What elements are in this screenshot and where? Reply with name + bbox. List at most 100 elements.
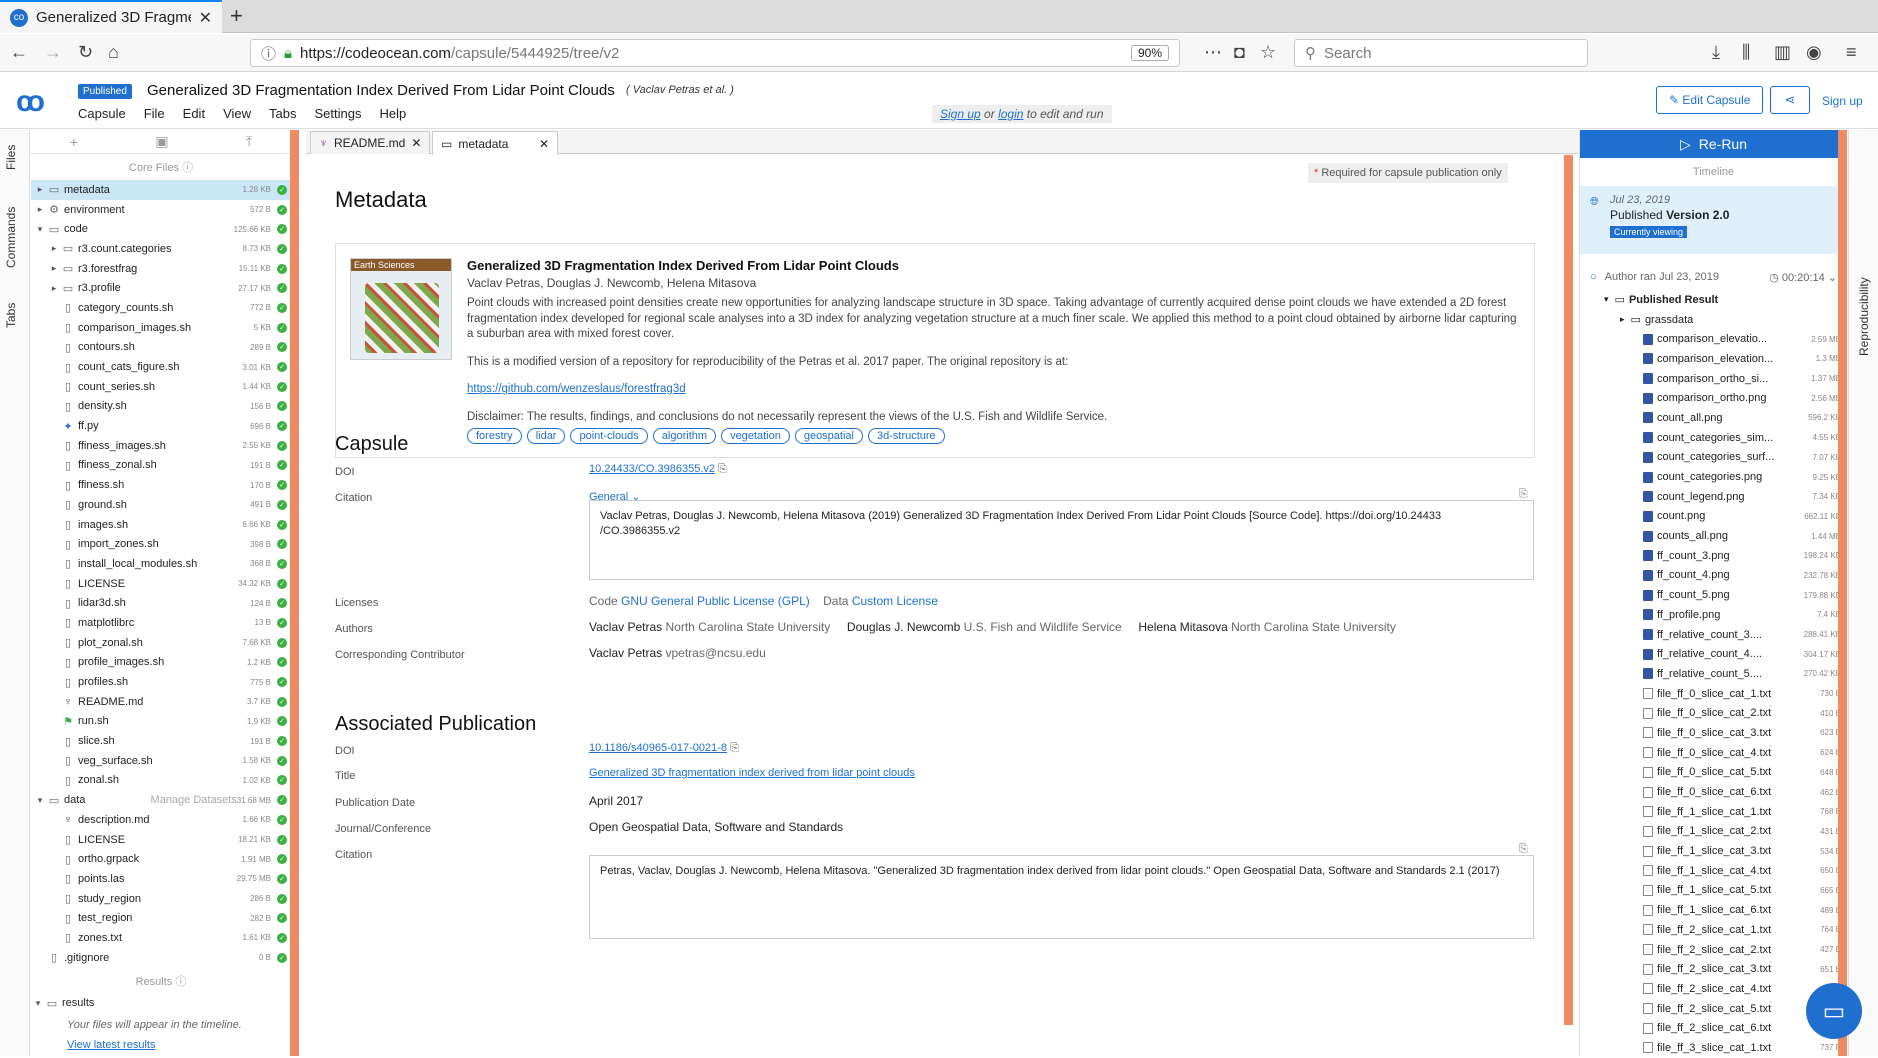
rail-tab-files[interactable]: Files [4,145,18,170]
file-tree-item[interactable]: ▯ profile_images.sh 1.2 KB ✓ [31,653,291,673]
file-tree-item[interactable]: ▯ zonal.sh 1.02 KB ✓ [31,771,291,791]
file-tree-item[interactable]: ▯ zones.txt 1.61 KB ✓ [31,928,291,948]
github-link[interactable]: https://github.com/wenzeslaus/forestfrag… [467,383,686,395]
menu-view[interactable]: View [223,106,251,121]
file-tree-item[interactable]: ▯ test_region 282 B ✓ [31,908,291,928]
add-folder-icon[interactable]: ▣ [155,133,168,150]
result-file-item[interactable]: file_ff_2_slice_cat_1.txt 764 B [1580,920,1847,940]
signup-button[interactable]: Sign up [1822,94,1863,108]
forward-icon[interactable]: → [44,42,62,63]
pocket-icon[interactable]: ◘ [1234,42,1245,63]
help-icon[interactable]: ⓘ [182,162,193,174]
rail-tab-tabs[interactable]: Tabs [4,303,18,328]
signup-hint-link[interactable]: Sign up [940,107,981,121]
file-tree-item[interactable]: ▯ veg_surface.sh 1.58 KB ✓ [31,751,291,771]
caret-icon[interactable]: ▾ [1604,294,1609,305]
result-file-item[interactable]: file_ff_0_slice_cat_1.txt 730 B [1580,684,1847,704]
file-tree-item[interactable]: ⚑ run.sh 1.9 KB ✓ [31,712,291,732]
file-tree-item[interactable]: ▾ ▭ code 125.66 KB ✓ [31,219,291,239]
file-tree-item[interactable]: ♆ description.md 1.66 KB ✓ [31,810,291,830]
result-file-item[interactable]: file_ff_0_slice_cat_4.txt 624 B [1580,743,1847,763]
file-tree-item[interactable]: ▯ category_counts.sh 772 B ✓ [31,298,291,318]
result-file-item[interactable]: file_ff_1_slice_cat_4.txt 650 B [1580,861,1847,881]
file-tree-item[interactable]: ▸ ⚙ environment 572 B ✓ [31,200,291,220]
result-file-item[interactable]: count_categories_sim... 4.55 KB [1580,428,1847,448]
zoom-indicator[interactable]: 90% [1130,45,1169,61]
published-result-folder[interactable]: ▾ ▭ Published Result [1580,290,1847,310]
file-tree-item[interactable]: ▯ count_series.sh 1.44 KB ✓ [31,377,291,397]
result-file-item[interactable]: comparison_elevatio... 2.59 MB [1580,329,1847,349]
result-file-item[interactable]: ff_count_4.png 232.78 KB [1580,566,1847,586]
tag-chip[interactable]: geospatial [794,428,863,444]
result-file-item[interactable]: file_ff_2_slice_cat_4.txt65 [1580,979,1847,999]
results-folder[interactable]: ▾ ▭ results [31,994,291,1014]
browser-search[interactable]: ⚲ Search [1294,39,1588,67]
data-license[interactable]: Custom License [852,594,938,608]
file-tree-item[interactable]: ▯ ground.sh 491 B ✓ [31,495,291,515]
file-tree-item[interactable]: ▯ density.sh 156 B ✓ [31,397,291,417]
browser-tab[interactable]: co Generalized 3D Fragmen ✕ [0,0,222,33]
result-file-item[interactable]: file_ff_3_slice_cat_1.txt 737 B [1580,1038,1847,1058]
caret-icon[interactable]: ▾ [33,795,47,806]
library-icon[interactable]: ⫼ [1742,42,1750,63]
tag-chip[interactable]: forestry [467,428,522,444]
pub-citation-box[interactable]: Petras, Vaclav, Douglas J. Newcomb, Hele… [589,855,1534,939]
result-file-item[interactable]: count_categories_surf... 7.07 KB [1580,448,1847,468]
file-tree-item[interactable]: ▯ matplotlibrc 13 B ✓ [31,613,291,633]
result-file-item[interactable]: ff_relative_count_5.... 270.42 KB [1580,664,1847,684]
file-tree-item[interactable]: ▯ LICENSE 34.32 KB ✓ [31,574,291,594]
content-scrollbar[interactable] [1564,155,1573,1025]
file-tree-item[interactable]: ▯ points.las 29.75 MB ✓ [31,869,291,889]
tab-readme[interactable]: ♆ README.md ✕ [310,131,430,154]
file-tree-item[interactable]: ▸ ▭ metadata 1.28 KB ✓ [31,180,291,200]
edit-capsule-button[interactable]: ✎ Edit Capsule [1656,86,1764,114]
menu-edit[interactable]: Edit [183,106,205,121]
menu-settings[interactable]: Settings [314,106,361,121]
account-icon[interactable]: ◉ [1806,42,1822,63]
reload-icon[interactable]: ↻ [78,42,93,63]
results-help-icon[interactable]: ⓘ [175,976,186,988]
file-tree-item[interactable]: ✦ ff.py 696 B ✓ [31,416,291,436]
file-tree-item[interactable]: ▯ contours.sh 289 B ✓ [31,338,291,358]
result-file-item[interactable]: file_ff_0_slice_cat_2.txt 410 B [1580,703,1847,723]
file-tree-item[interactable]: ▾ ▭ data Manage Datasets 31.68 MB ✓ [31,790,291,810]
file-tree-item[interactable]: ▯ comparison_images.sh 5 KB ✓ [31,318,291,338]
download-icon[interactable]: ⤓ [1712,42,1720,63]
caret-icon[interactable]: ▾ [33,224,47,235]
result-file-item[interactable]: ff_relative_count_4.... 304.17 KB [1580,644,1847,664]
result-file-item[interactable]: comparison_elevation... 1.3 MB [1580,349,1847,369]
rail-tab-commands[interactable]: Commands [4,207,18,268]
result-file-item[interactable]: file_ff_1_slice_cat_2.txt 431 B [1580,822,1847,842]
doi-link[interactable]: 10.24433/CO.3986355.v2 [589,463,715,475]
tag-chip[interactable]: algorithm [652,428,717,444]
citation-box[interactable]: Vaclav Petras, Douglas J. Newcomb, Helen… [589,500,1534,580]
timeline-resize-handle[interactable] [1838,130,1847,1056]
login-hint-link[interactable]: login [998,107,1023,121]
tag-chip[interactable]: point-clouds [570,428,648,444]
file-tree-item[interactable]: ▯ lidar3d.sh 124 B ✓ [31,593,291,613]
tag-chip[interactable]: lidar [526,428,566,444]
result-file-item[interactable]: ff_relative_count_3.... 288.41 KB [1580,625,1847,645]
sidebar-icon[interactable]: ▥ [1774,42,1791,63]
result-file-item[interactable]: comparison_ortho.png 2.56 MB [1580,388,1847,408]
file-tree-item[interactable]: ▯ .gitignore 0 B ✓ [31,948,291,968]
file-tree-item[interactable]: ▯ slice.sh 191 B ✓ [31,731,291,751]
run-item[interactable]: ○ Author ran Jul 23, 2019 ◷ 00:20:14 ⌄ [1580,264,1847,290]
add-file-icon[interactable]: + [70,134,78,150]
chevron-down-icon[interactable]: ⌄ [1828,272,1837,284]
file-tree-item[interactable]: ▯ install_local_modules.sh 368 B ✓ [31,554,291,574]
close-tab-readme-icon[interactable]: ✕ [411,136,421,150]
panel-resize-handle[interactable] [290,130,299,1056]
home-icon[interactable]: ⌂ [108,42,119,63]
result-file-item[interactable]: comparison_ortho_si... 1.37 MB [1580,369,1847,389]
more-icon[interactable]: ⋯ [1204,42,1222,63]
menu-capsule[interactable]: Capsule [78,106,126,121]
result-file-item[interactable]: file_ff_1_slice_cat_1.txt 768 B [1580,802,1847,822]
file-tree-item[interactable]: ▸ ▭ r3.forestfrag 15.11 KB ✓ [31,259,291,279]
code-license[interactable]: GNU General Public License (GPL) [621,594,810,608]
caret-icon[interactable]: ▸ [33,184,47,195]
caret-icon[interactable]: ▸ [47,263,61,274]
hamburger-menu-icon[interactable]: ≡ [1846,42,1857,63]
share-button[interactable]: ⋖ [1770,86,1810,114]
file-tree-item[interactable]: ▯ import_zones.sh 398 B ✓ [31,534,291,554]
